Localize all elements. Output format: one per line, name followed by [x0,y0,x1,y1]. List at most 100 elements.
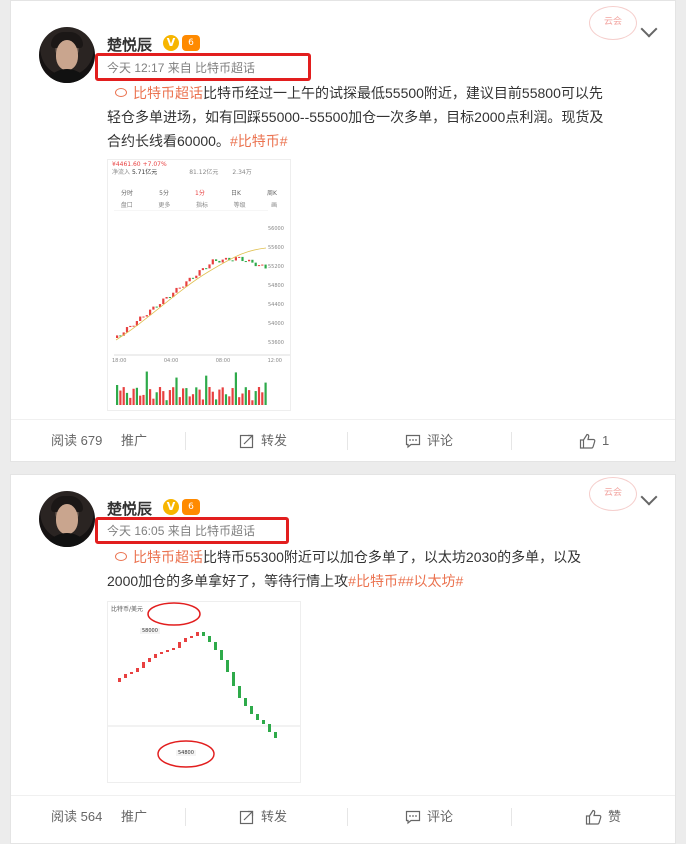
promote-button[interactable]: 推广 [121,420,147,462]
candle [154,654,157,658]
volume-bar [208,387,211,405]
chart-tab: 1分 [195,190,205,197]
volume-bar [139,395,142,405]
volume-bar [149,389,152,405]
candle [218,260,221,263]
candle [166,650,169,652]
volume-bar [145,371,148,405]
hashtag-link[interactable]: #比特币# [230,133,288,149]
repost-button[interactable]: 转发 [239,420,287,462]
repost-icon [239,434,254,448]
volume-bar [129,397,132,405]
chart-tabs: 分时 5分 1分 日K 周K [108,188,290,198]
author-name[interactable]: 楚悦辰 [107,34,152,55]
like-button[interactable]: 赞 [585,796,621,838]
repost-label: 转发 [261,433,288,448]
repost-icon [239,810,254,824]
repost-button[interactable]: 转发 [239,796,287,838]
like-button[interactable]: 1 [579,420,609,462]
candle [172,648,175,650]
comment-button[interactable]: 评论 [405,796,453,838]
divider [511,808,512,826]
candle [221,259,224,263]
volume-bar [135,387,138,405]
hashtag-link[interactable]: #比特币##以太坊# [348,573,463,589]
volume-bar [228,396,231,405]
candle [238,686,241,698]
post-text-line: 2000加仓的多单拿好了，等待行情上攻 [107,573,349,589]
candle [238,256,241,258]
post-meta[interactable]: 今天 16:05 来自 比特币超话 [107,522,255,539]
candle [250,706,253,714]
chart-time-axis: 18:00 04:00 08:00 12:00 [112,358,282,364]
volume-bar [254,391,257,405]
avatar[interactable] [39,491,95,547]
candle [132,325,135,327]
candle [208,264,211,269]
level-badge-icon: 6 [182,35,200,51]
candle [220,650,223,660]
chart-tab: 分时 [121,190,134,197]
volume-bar [224,394,228,405]
topic-link[interactable]: 比特币超话 [133,85,203,101]
like-count: 1 [602,433,610,448]
candle [215,259,218,261]
volume-bar [231,388,234,405]
candle [224,257,228,260]
topic-icon [115,552,127,561]
volume-bar [125,392,129,405]
chart-header: ¥4461.60 +7.07% 净流入 5.71亿元 81.12亿元 2.34万 [112,161,252,176]
candle [178,287,181,289]
promote-button[interactable]: 推广 [121,796,147,838]
post-image-chart[interactable]: ¥4461.60 +7.07% 净流入 5.71亿元 81.12亿元 2.34万… [107,159,291,411]
volume-bar [198,389,201,405]
candle [148,658,151,662]
candle [162,298,165,305]
candle [257,265,261,267]
candle [152,306,155,310]
volume-bar [218,389,221,405]
candle [244,261,247,263]
candle [226,660,229,672]
volume-bar [165,400,168,405]
candle [196,632,199,636]
volume-bar [178,397,181,405]
divider [347,432,348,450]
chart-bottom-value: 54800 [176,750,196,756]
candle [256,714,259,720]
candle [155,306,158,308]
avatar[interactable] [39,27,95,83]
candle [268,724,271,732]
chart-tab: 5分 [159,190,169,197]
comment-icon [405,434,421,448]
post-image-chart[interactable]: 比特币/美元 58000 54800 [107,601,301,783]
chevron-down-icon[interactable] [640,488,658,506]
post-meta[interactable]: 今天 12:17 来自 比特币超话 [107,59,255,76]
volume-bar [152,398,155,405]
candle [244,698,247,706]
volume-bar [182,388,185,405]
topic-link[interactable]: 比特币超话 [133,549,203,565]
candle [208,636,211,642]
volume-bar [158,387,162,405]
stamp-icon: 云会 [589,6,637,40]
candle [191,277,195,279]
chart-subtabs: 盘口 更多 指标 等级 画 [120,202,278,209]
volume-bar [234,372,237,405]
volume-bar [172,387,175,405]
author-name[interactable]: 楚悦辰 [107,498,152,519]
divider [185,432,186,450]
comment-button[interactable]: 评论 [405,420,453,462]
volume-bar [251,400,254,405]
action-bar: 阅读 564 推广 转发 评论 赞 [11,795,675,838]
post-text-line: 合约长线看60000。 [107,133,230,149]
post-text: 比特币超话比特币经过一上午的试探最低55500附近，建议目前55800可以先 轻… [107,81,655,153]
candle [198,270,201,276]
chevron-down-icon[interactable] [640,20,658,38]
candle [264,264,267,269]
verified-icon: V [163,499,179,515]
read-count: 阅读 679 [51,433,103,448]
volume-bar [244,387,247,405]
stamp-icon: 云会 [589,477,637,511]
post-text-line: 比特币55300附近可以加仓多单了，以太坊2030的多单，以及 [203,549,582,565]
